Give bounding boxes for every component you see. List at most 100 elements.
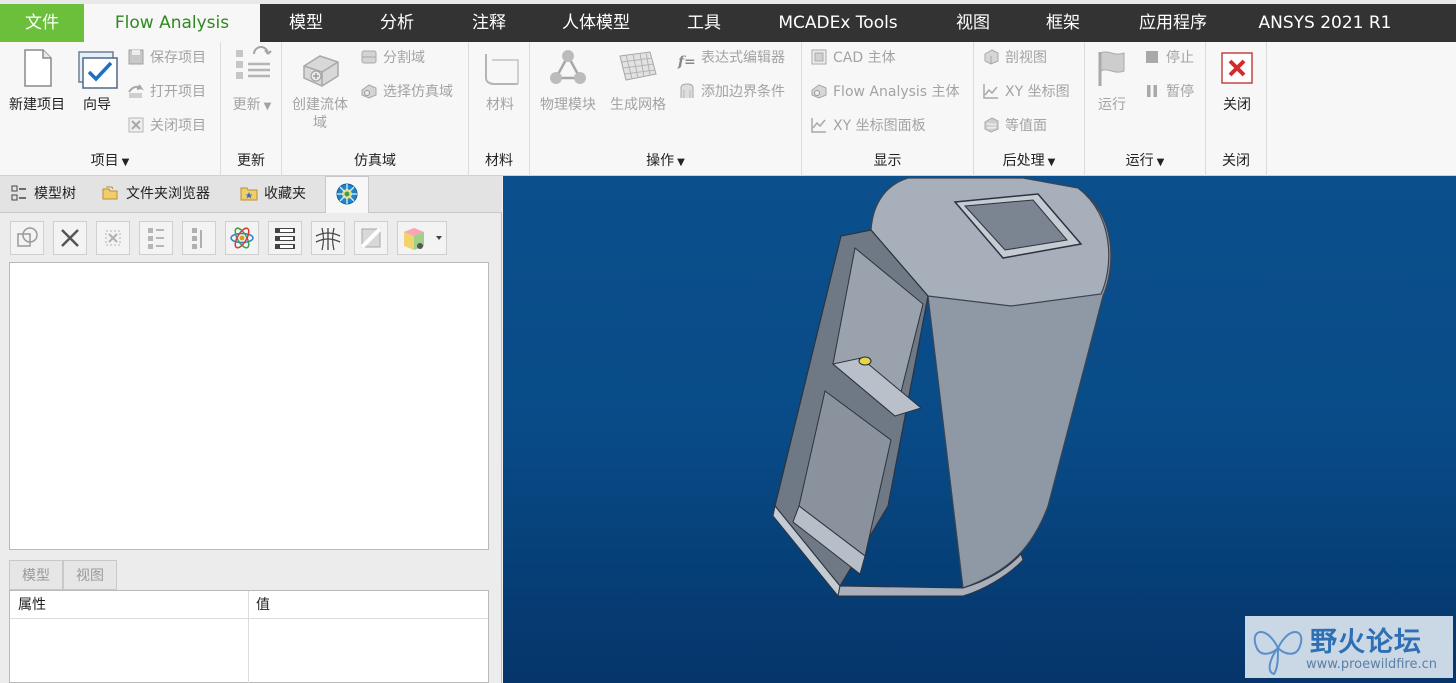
tab-annotate[interactable]: 注释	[444, 4, 534, 42]
butterfly-logo-icon	[1253, 631, 1303, 676]
tab-framework[interactable]: 框架	[1030, 4, 1096, 42]
tab-manikin[interactable]: 人体模型	[544, 4, 648, 42]
select-domain-button[interactable]: 选择仿真域	[360, 81, 453, 103]
delete-x-icon	[61, 229, 79, 247]
flow-analysis-body-label: Flow Analysis 主体	[833, 84, 960, 100]
tab-flow-analysis[interactable]: Flow Analysis	[84, 4, 260, 42]
group-label-update: 更新	[237, 153, 265, 169]
column-value: 值	[256, 597, 270, 613]
group-label-material: 材料	[485, 153, 513, 169]
cad-body-label: CAD 主体	[833, 50, 896, 66]
new-project-button[interactable]: 新建项目	[4, 46, 70, 114]
section-view-button[interactable]: 剖视图	[982, 47, 1047, 69]
tab-view[interactable]: 视图	[940, 4, 1006, 42]
save-project-label: 保存项目	[150, 50, 206, 66]
group-label-run[interactable]: 运行 ▼	[1085, 150, 1205, 170]
split-domain-icon	[360, 48, 378, 66]
tab-model-tree[interactable]: 模型树	[10, 176, 76, 213]
subtab-view[interactable]: 视图	[63, 560, 117, 590]
update-button[interactable]: 更新 ▼	[227, 46, 277, 116]
tree-list-button[interactable]	[182, 221, 216, 255]
contour-label: 等值面	[1005, 118, 1047, 134]
xy-plot-icon	[982, 82, 1000, 100]
tree-collapse-button[interactable]	[96, 221, 130, 255]
tree-toolbar	[0, 214, 502, 260]
group-label-project[interactable]: 项目 ▼	[0, 150, 220, 170]
tab-model[interactable]: 模型	[262, 4, 350, 42]
tree-show-button[interactable]	[10, 221, 44, 255]
wizard-label: 向导	[83, 97, 111, 113]
physics-module-button[interactable]: 物理模块	[536, 46, 600, 114]
graphics-viewport[interactable]	[503, 176, 1456, 683]
xy-plot-button[interactable]: XY 坐标图	[982, 81, 1070, 103]
cabinet-model[interactable]	[503, 176, 1456, 683]
material-button[interactable]: 材料	[475, 46, 525, 114]
tab-folder-browser[interactable]: 文件夹浏览器	[102, 176, 210, 213]
tree-mesh-button[interactable]	[311, 221, 345, 255]
tab-tools[interactable]: 工具	[664, 4, 744, 42]
create-fluid-label-1: 创建流体	[292, 97, 348, 113]
tab-flow-analysis-tree[interactable]	[325, 176, 369, 213]
color-cube-icon	[404, 228, 442, 250]
tab-analysis[interactable]: 分析	[352, 4, 442, 42]
open-project-button[interactable]: 打开项目	[127, 81, 206, 103]
tab-favorites[interactable]: 收藏夹	[240, 176, 306, 213]
physics-icon	[546, 46, 590, 90]
tree-structure-icon	[275, 228, 295, 249]
cad-body-button[interactable]: CAD 主体	[810, 47, 896, 69]
display-style-icon	[360, 227, 382, 249]
run-button[interactable]: 运行	[1089, 46, 1135, 114]
tree-structure-button[interactable]	[268, 221, 302, 255]
tree-color-dropdown[interactable]	[397, 221, 447, 255]
close-button[interactable]: 关闭	[1212, 46, 1262, 114]
physics-module-label: 物理模块	[540, 97, 596, 113]
tab-mcadex-tools[interactable]: MCADEx Tools	[768, 4, 908, 42]
add-boundary-condition-button[interactable]: 添加边界条件	[678, 81, 785, 103]
contour-button[interactable]: 等值面	[982, 115, 1047, 137]
group-simulation-domain: 创建流体 域 分割域 选择仿真域 仿真域	[282, 42, 469, 176]
wizard-button[interactable]: 向导	[74, 46, 120, 114]
navigator-panel: 模型树 文件夹浏览器 收藏夹 模型 视图 属性 值	[0, 176, 502, 683]
tab-file[interactable]: 文件	[0, 4, 84, 42]
group-display: CAD 主体 Flow Analysis 主体 XY 坐标图面板 显示	[802, 42, 974, 176]
forum-watermark: 野火论坛 www.proewildfire.cn	[1245, 616, 1453, 678]
tab-ansys[interactable]: ANSYS 2021 R1	[1250, 4, 1400, 42]
boundary-condition-icon	[678, 82, 696, 100]
generate-mesh-label: 生成网格	[610, 97, 666, 113]
tree-display-button[interactable]	[354, 221, 388, 255]
group-label-close: 关闭	[1222, 153, 1250, 169]
group-run: 运行 停止 暂停 运行 ▼	[1085, 42, 1206, 176]
select-domain-label: 选择仿真域	[383, 84, 453, 100]
save-project-button[interactable]: 保存项目	[127, 47, 206, 69]
group-operations: 物理模块 生成网格 f= 表达式编辑器 添加边界条件 操作 ▼	[530, 42, 802, 176]
create-fluid-domain-button[interactable]: 创建流体 域	[288, 46, 352, 132]
flow-analysis-body-button[interactable]: Flow Analysis 主体	[810, 81, 960, 103]
tree-physics-button[interactable]	[225, 221, 259, 255]
column-property: 属性	[18, 597, 46, 613]
subtab-model[interactable]: 模型	[9, 560, 63, 590]
group-label-operations[interactable]: 操作 ▼	[530, 150, 801, 170]
model-tree-label: 模型树	[34, 186, 76, 202]
property-table: 属性 值	[9, 590, 489, 683]
close-project-icon	[127, 116, 145, 134]
expand-list-icon	[148, 228, 164, 249]
stop-button[interactable]: 停止	[1143, 47, 1194, 69]
split-domain-label: 分割域	[383, 50, 425, 66]
xy-plot-panel-button[interactable]: XY 坐标图面板	[810, 115, 926, 137]
select-domain-icon	[360, 82, 378, 100]
close-project-button[interactable]: 关闭项目	[127, 115, 206, 137]
expression-editor-label: 表达式编辑器	[701, 50, 785, 66]
generate-mesh-button[interactable]: 生成网格	[606, 46, 670, 114]
column-divider[interactable]	[248, 591, 249, 683]
split-domain-button[interactable]: 分割域	[360, 47, 425, 69]
model-tree-icon	[10, 180, 28, 201]
group-label-postprocessing[interactable]: 后处理 ▼	[974, 150, 1084, 170]
tab-applications[interactable]: 应用程序	[1126, 4, 1220, 42]
expression-editor-button[interactable]: f= 表达式编辑器	[678, 47, 785, 70]
group-label-display: 显示	[873, 153, 902, 169]
add-boundary-condition-label: 添加边界条件	[701, 84, 785, 100]
tree-expand-button[interactable]	[139, 221, 173, 255]
pause-button[interactable]: 暂停	[1143, 81, 1194, 103]
tree-delete-button[interactable]	[53, 221, 87, 255]
model-tree-area[interactable]	[9, 262, 489, 550]
